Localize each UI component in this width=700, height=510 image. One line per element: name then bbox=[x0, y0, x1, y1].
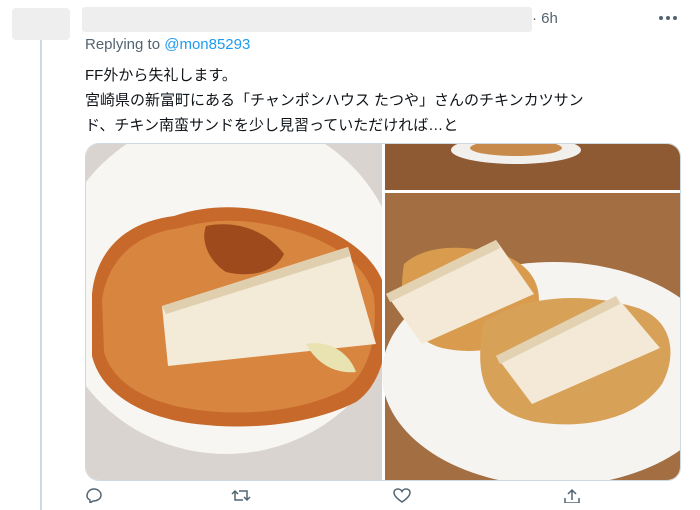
reply-handle-link[interactable]: @mon85293 bbox=[164, 36, 250, 53]
photo-chicken-cutlet-single[interactable] bbox=[86, 144, 401, 480]
share-icon[interactable] bbox=[563, 488, 581, 503]
retweet-icon[interactable] bbox=[231, 488, 251, 503]
thread-line bbox=[40, 40, 42, 510]
tweet-text: FF外から失礼します。 宮崎県の新富町にある「チャンポンハウス たつや」さんのチ… bbox=[85, 63, 685, 138]
author-name-redacted bbox=[82, 7, 532, 32]
more-icon[interactable] bbox=[658, 8, 678, 28]
tweet-meta: · 6h bbox=[532, 10, 558, 27]
replying-to: Replying to @mon85293 bbox=[85, 36, 250, 53]
tweet-media[interactable] bbox=[85, 143, 681, 481]
tweet-time[interactable]: 6h bbox=[541, 10, 558, 27]
reply-prefix: Replying to bbox=[85, 36, 161, 53]
tweet-actions bbox=[85, 488, 685, 503]
reply-icon[interactable] bbox=[85, 488, 103, 503]
tweet-text-line: FF外から失礼します。 bbox=[85, 67, 237, 84]
photo-chicken-nanban-sandwiches[interactable] bbox=[382, 193, 680, 480]
tweet-text-line: 宮崎県の新富町にある「チャンポンハウス たつや」さんのチキンカツサン bbox=[85, 92, 584, 109]
tweet-text-line: ド、チキン南蛮サンドを少し見習っていただければ…と bbox=[85, 117, 459, 134]
avatar[interactable] bbox=[12, 8, 70, 40]
separator-dot: · bbox=[532, 10, 537, 27]
like-icon[interactable] bbox=[393, 488, 411, 503]
photo-plate-top[interactable] bbox=[385, 144, 680, 190]
